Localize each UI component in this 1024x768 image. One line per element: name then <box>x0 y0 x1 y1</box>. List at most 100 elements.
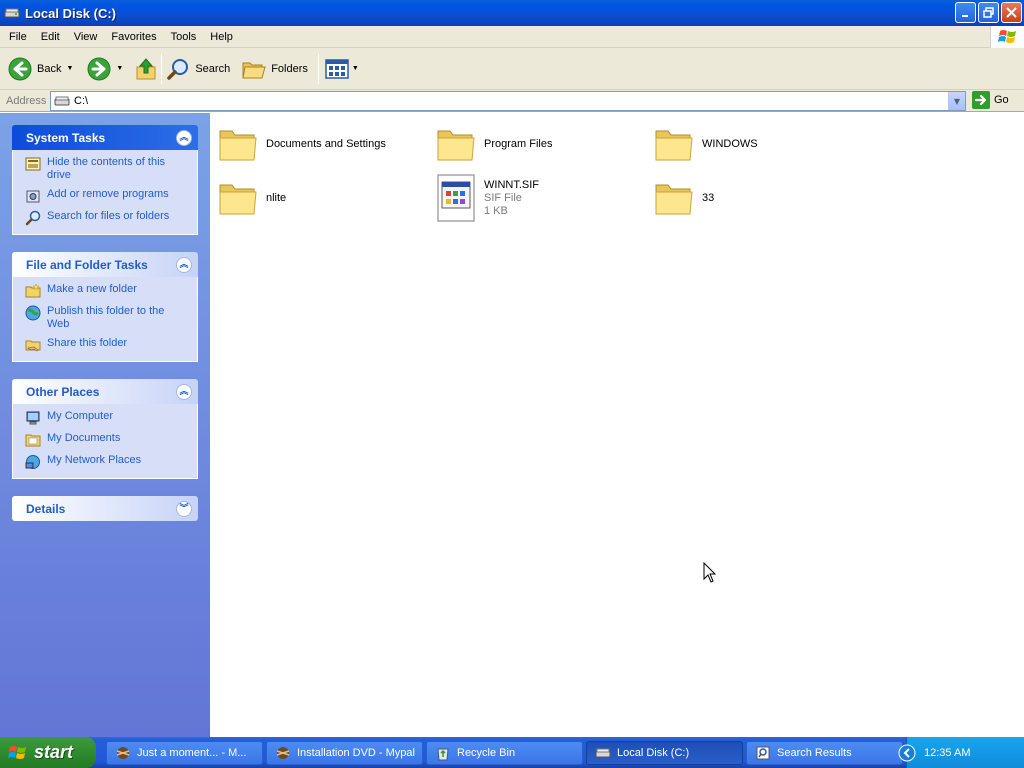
file-name: WINDOWS <box>702 137 758 150</box>
place-my-computer[interactable]: My Computer <box>25 410 189 426</box>
folders-button[interactable]: Folders <box>242 51 308 87</box>
minimize-button[interactable] <box>955 2 976 23</box>
recycle-bin-icon <box>437 748 449 760</box>
clock[interactable]: 12:35 AM <box>924 747 970 759</box>
details-panel: Details ︾ <box>12 496 198 521</box>
toolbar-separator <box>161 53 163 84</box>
menu-edit[interactable]: Edit <box>34 26 67 48</box>
address-dropdown-icon[interactable]: ▼ <box>948 92 965 110</box>
task-label: Add or remove programs <box>47 188 169 200</box>
mypal-browser-icon <box>116 746 130 759</box>
taskbar-item-installation-dvd[interactable]: Installation DVD - Mypal <box>266 740 423 765</box>
taskbar: start Just a moment... - M... Installati… <box>0 737 1024 768</box>
place-network-places[interactable]: My Network Places <box>25 454 189 470</box>
file-folder-tasks-panel: File and Folder Tasks ︽ Make a new folde… <box>12 252 198 362</box>
views-dropdown-icon[interactable]: ▼ <box>352 65 359 72</box>
minimize-icon <box>961 14 968 17</box>
file-folder-tasks-header[interactable]: File and Folder Tasks ︽ <box>12 252 198 277</box>
menu-view[interactable]: View <box>67 26 105 48</box>
file-item-windows[interactable]: WINDOWS <box>654 119 864 169</box>
task-label: Publish this folder to the Web <box>47 305 165 330</box>
file-item-nlite[interactable]: nlite <box>218 173 428 223</box>
file-name: Documents and Settings <box>266 137 386 150</box>
file-name: nlite <box>266 191 287 204</box>
other-places-title: Other Places <box>26 384 100 399</box>
taskbar-item-search-results[interactable]: Search Results <box>746 740 903 765</box>
address-bar: Address C:\ ▼ Go <box>0 90 1024 112</box>
drive-icon <box>595 748 611 757</box>
place-my-documents[interactable]: My Documents <box>25 432 189 448</box>
title-bar[interactable]: Local Disk (C:) <box>0 0 1024 26</box>
toolbar-separator <box>317 53 319 84</box>
go-arrow-icon <box>972 91 990 109</box>
file-item-program-files[interactable]: Program Files <box>436 119 646 169</box>
menu-file[interactable]: File <box>0 26 34 48</box>
windows-logo <box>990 26 1024 48</box>
hide-contents-icon <box>25 157 41 171</box>
system-tasks-body: Hide the contents of this drive Add or r… <box>12 150 198 235</box>
restore-button[interactable] <box>978 2 999 23</box>
taskbar-item-just-a-moment[interactable]: Just a moment... - M... <box>106 740 263 765</box>
other-places-body: My Computer My Documents My Network Plac… <box>12 404 198 479</box>
views-icon <box>325 58 349 79</box>
menu-help[interactable]: Help <box>203 26 240 48</box>
file-list: Documents and Settings Program Files WIN… <box>210 113 1024 737</box>
up-button[interactable] <box>135 51 157 87</box>
address-input[interactable]: C:\ ▼ <box>50 91 966 111</box>
task-add-remove-programs[interactable]: Add or remove programs <box>25 188 189 204</box>
folder-icon <box>437 130 475 161</box>
collapse-icon[interactable]: ︽ <box>176 383 192 400</box>
file-folder-tasks-body: Make a new folder Publish this folder to… <box>12 277 198 362</box>
close-button[interactable] <box>1001 2 1022 23</box>
close-icon <box>1006 7 1017 18</box>
task-label: Make a new folder <box>47 283 137 295</box>
search-button[interactable]: Search <box>166 51 230 87</box>
toolbar: Back ▼ ▼ Search Folders ▼ <box>0 48 1024 90</box>
start-label: start <box>34 742 74 762</box>
other-places-header[interactable]: Other Places ︽ <box>12 379 198 404</box>
task-search-files[interactable]: Search for files or folders <box>25 210 189 226</box>
back-button[interactable]: Back ▼ <box>8 51 73 87</box>
file-item-winnt-sif[interactable]: WINNT.SIF SIF File 1 KB <box>436 173 646 223</box>
address-label: Address <box>6 94 47 107</box>
forward-dropdown-icon[interactable]: ▼ <box>116 65 123 72</box>
mypal-browser-icon <box>276 746 290 759</box>
details-header[interactable]: Details ︾ <box>12 496 198 521</box>
system-tasks-header[interactable]: System Tasks ︽ <box>12 125 198 150</box>
task-make-new-folder[interactable]: Make a new folder <box>25 283 189 299</box>
my-computer-icon <box>26 411 40 425</box>
expand-icon[interactable]: ︾ <box>176 500 192 517</box>
file-type: SIF File <box>484 191 522 204</box>
file-item-33[interactable]: 33 <box>654 173 864 223</box>
menu-tools[interactable]: Tools <box>164 26 204 48</box>
new-folder-icon <box>25 283 41 298</box>
publish-web-icon <box>25 305 41 321</box>
share-folder-icon <box>25 340 41 352</box>
windows-flag-icon <box>8 745 26 759</box>
collapse-icon[interactable]: ︽ <box>176 256 192 273</box>
other-places-panel: Other Places ︽ My Computer My Documents … <box>12 379 198 479</box>
task-hide-contents[interactable]: Hide the contents of this drive <box>25 156 189 182</box>
taskbar-item-local-disk[interactable]: Local Disk (C:) <box>586 740 743 765</box>
task-label: Local Disk (C:) <box>617 746 690 759</box>
file-item-documents-and-settings[interactable]: Documents and Settings <box>218 119 428 169</box>
task-share-folder[interactable]: Share this folder <box>25 337 189 353</box>
start-button[interactable]: start <box>0 737 96 768</box>
task-label: Hide the contents of this drive <box>47 156 166 181</box>
magnifier-icon <box>167 58 189 80</box>
go-button[interactable]: Go <box>972 91 1009 109</box>
menu-favorites[interactable]: Favorites <box>104 26 163 48</box>
go-label: Go <box>994 94 1009 106</box>
views-button[interactable]: ▼ <box>325 51 359 87</box>
forward-button[interactable]: ▼ <box>87 51 123 87</box>
collapse-icon[interactable]: ︽ <box>176 129 192 146</box>
taskbar-item-recycle-bin[interactable]: Recycle Bin <box>426 740 583 765</box>
file-name: Program Files <box>484 137 553 150</box>
restore-icon <box>983 7 994 18</box>
task-publish-web[interactable]: Publish this folder to the Web <box>25 305 189 331</box>
show-hidden-icons-icon[interactable] <box>898 744 916 762</box>
file-name: 33 <box>702 191 715 204</box>
drive-icon <box>4 8 20 18</box>
task-label: Search for files or folders <box>47 210 170 222</box>
back-dropdown-icon[interactable]: ▼ <box>66 65 73 72</box>
